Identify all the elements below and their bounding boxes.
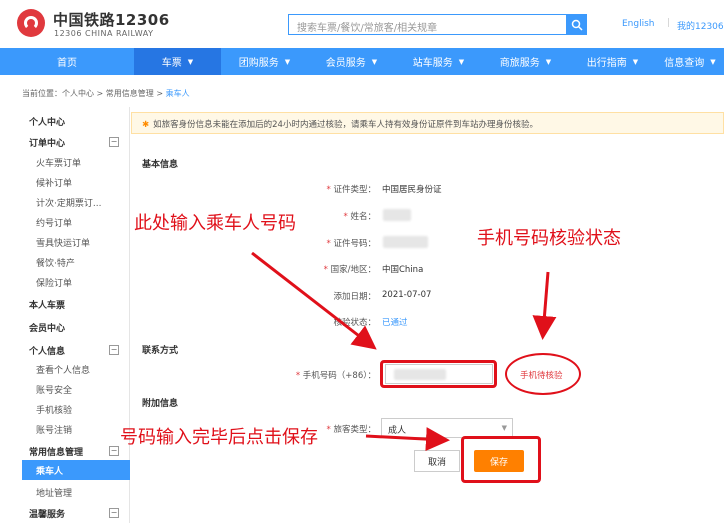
add-date-label: 添加日期： (333, 292, 376, 302)
collapse-icon[interactable]: − (109, 137, 119, 147)
chevron-down-icon: ▼ (284, 57, 291, 66)
id-number-redacted (383, 236, 428, 248)
verify-status-value: 已通过 (382, 318, 408, 328)
section-contact: 联系方式 (142, 346, 179, 356)
name-value-redacted (383, 209, 411, 221)
section-basic-info: 基本信息 (142, 160, 179, 170)
search-input[interactable]: 搜索车票/餐饮/常旅客/相关规章 (288, 14, 566, 35)
search-icon (571, 19, 583, 31)
collapse-icon[interactable]: − (109, 345, 119, 355)
nav-group-service[interactable]: 团购服务 ▼ (221, 48, 308, 75)
railway-logo-icon[interactable] (17, 9, 45, 37)
annotation-box-phone (380, 360, 497, 388)
top-separator: | (667, 18, 671, 28)
chevron-down-icon: ▼ (632, 57, 639, 66)
my-12306-link[interactable]: 我的12306 (677, 19, 724, 32)
add-date-value: 2021-07-07 (382, 290, 432, 300)
annotation-save-hint: 号码输入完毕后点击保存 (120, 427, 318, 448)
id-number-label: * 证件号码： (326, 239, 376, 249)
chevron-down-icon: ▼ (371, 57, 378, 66)
sidebar-item-address[interactable]: 地址管理 (36, 486, 144, 499)
chevron-down-icon: ▼ (187, 57, 194, 66)
sidebar-item-reservation-orders[interactable]: 约号订单 (36, 216, 144, 229)
logo-subtitle: 12306 CHINA RAILWAY (54, 29, 154, 38)
sidebar-item-account-security[interactable]: 账号安全 (36, 383, 144, 396)
nav-business-service[interactable]: 商旅服务 ▼ (482, 48, 569, 75)
chevron-down-icon: ▼ (501, 424, 507, 432)
annotation-box-save (461, 436, 541, 483)
main-nav: 首页 车票 ▼ 团购服务 ▼ 会员服务 ▼ 站车服务 ▼ 商旅服务 ▼ 出行指南 ▼ 信息查… (0, 48, 724, 75)
breadcrumb: 当前位置：个人中心 > 常用信息管理 > 乘车人 (22, 89, 190, 98)
sidebar-item-food-orders[interactable]: 餐饮·特产 (36, 256, 144, 269)
verify-status-label: 核验状态： (333, 318, 376, 328)
collapse-icon[interactable]: − (109, 508, 119, 518)
sidebar-item-periodic-orders[interactable]: 计次·定期票订... (36, 196, 144, 209)
nav-tickets[interactable]: 车票 ▼ (134, 48, 221, 75)
arrow-to-status (532, 271, 557, 340)
collapse-icon[interactable]: − (109, 446, 119, 456)
sidebar-item-waitlist-orders[interactable]: 候补订单 (36, 176, 144, 189)
sidebar: 个人中心 订单中心 − 火车票订单 候补订单 计次·定期票订... 约号订单 雪… (22, 107, 130, 523)
phone-label: * 手机号码（+86）： (295, 371, 376, 381)
annotation-input-hint: 此处输入乘车人号码 (134, 213, 296, 234)
breadcrumb-current: 乘车人 (165, 89, 190, 98)
country-label: * 国家/地区： (323, 265, 376, 275)
chevron-down-icon: ▼ (458, 57, 465, 66)
chevron-down-icon: ▼ (545, 57, 552, 66)
country-value: 中国China (382, 265, 424, 275)
nav-travel-guide[interactable]: 出行指南 ▼ (569, 48, 656, 75)
annotation-status-hint: 手机号码核验状态 (477, 228, 621, 249)
sidebar-item-view-info[interactable]: 查看个人信息 (36, 363, 144, 376)
search-button[interactable] (566, 14, 587, 35)
section-extra-info: 附加信息 (142, 399, 179, 409)
name-label: * 姓名： (343, 212, 376, 222)
nav-station-service[interactable]: 站车服务 ▼ (395, 48, 482, 75)
id-type-label: * 证件类型： (326, 185, 376, 195)
nav-member-service[interactable]: 会员服务 ▼ (308, 48, 395, 75)
site-header: 中国铁路12306 12306 CHINA RAILWAY 搜索车票/餐饮/常旅… (0, 0, 724, 48)
cancel-button[interactable]: 取消 (414, 450, 460, 472)
annotation-oval-status (505, 353, 581, 395)
sidebar-order-center[interactable]: 订单中心 (29, 136, 137, 149)
sidebar-member-center[interactable]: 会员中心 (29, 321, 137, 334)
nav-home[interactable]: 首页 (0, 48, 134, 75)
warning-icon: ✱ (142, 120, 150, 130)
sidebar-item-phone-verify[interactable]: 手机核验 (36, 403, 144, 416)
nav-info-query[interactable]: 信息查询 ▼ (656, 48, 724, 75)
verification-notice: ✱ 如旅客身份信息未能在添加后的24小时内通过核验，请乘车人持有效身份证原件到车站… (131, 112, 724, 134)
sidebar-item-passenger[interactable]: 乘车人 (22, 460, 130, 480)
sidebar-personal-info[interactable]: 个人信息 (29, 344, 137, 357)
sidebar-personal-center[interactable]: 个人中心 (29, 115, 137, 128)
english-link[interactable]: English (622, 19, 655, 29)
sidebar-item-ski-express-orders[interactable]: 雪具快运订单 (36, 236, 144, 249)
chevron-down-icon: ▼ (710, 57, 716, 66)
sidebar-item-train-orders[interactable]: 火车票订单 (36, 156, 144, 169)
id-type-value: 中国居民身份证 (382, 185, 442, 195)
sidebar-item-insurance-orders[interactable]: 保险订单 (36, 276, 144, 289)
sidebar-warm-service[interactable]: 温馨服务 (29, 507, 137, 520)
logo-title[interactable]: 中国铁路12306 (53, 9, 170, 30)
sidebar-my-tickets[interactable]: 本人车票 (29, 298, 137, 311)
passenger-type-select[interactable]: 成人 ▼ (381, 418, 513, 438)
